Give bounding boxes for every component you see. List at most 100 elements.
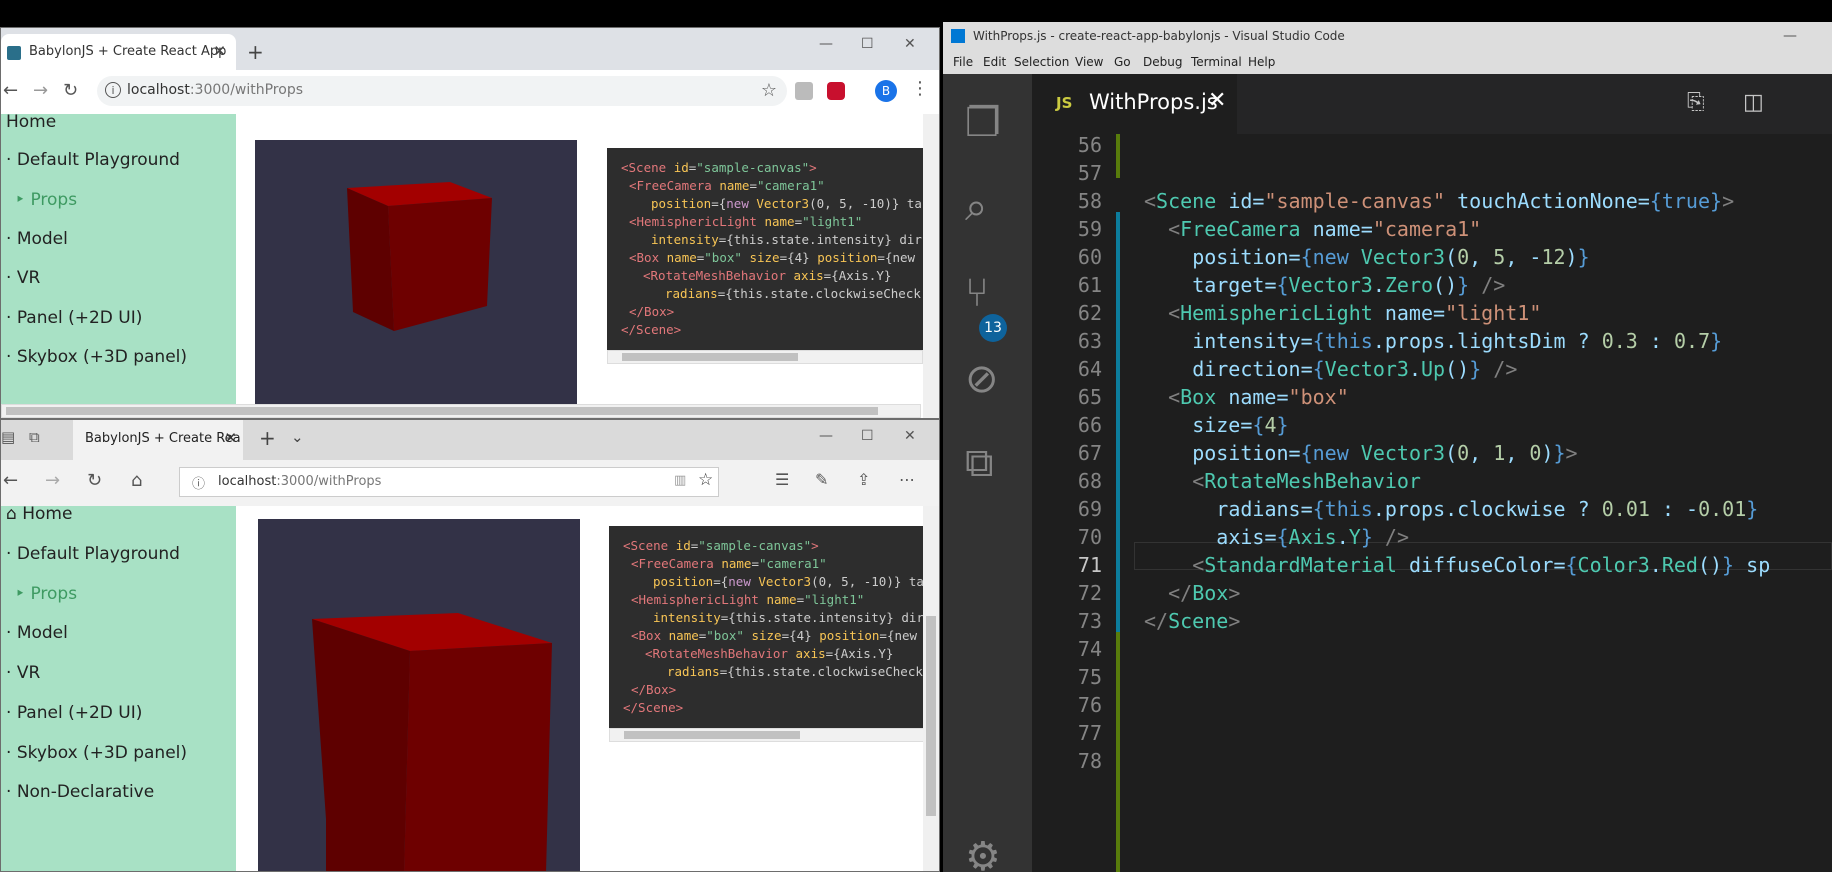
menu-go[interactable]: Go bbox=[1114, 55, 1131, 69]
menu-debug[interactable]: Debug bbox=[1143, 55, 1182, 69]
menu-view[interactable]: View bbox=[1075, 55, 1103, 69]
nav-item-default-playground[interactable]: · Default Playground bbox=[6, 150, 180, 170]
js-file-icon: JS bbox=[1056, 94, 1073, 112]
line-number: 58 bbox=[1077, 189, 1102, 213]
forward-icon[interactable]: → bbox=[33, 80, 48, 101]
address-bar[interactable]: i localhost:3000/withProps ☆ bbox=[97, 76, 787, 106]
nav-item-default-playground[interactable]: · Default Playground bbox=[6, 544, 180, 564]
more-icon[interactable]: ⋯ bbox=[899, 470, 915, 489]
menu-file[interactable]: File bbox=[953, 55, 973, 69]
profile-avatar[interactable]: B bbox=[875, 80, 897, 102]
web-note-icon[interactable]: ✎ bbox=[815, 470, 828, 489]
page-horizontal-scrollbar[interactable] bbox=[1, 404, 921, 418]
reading-view-icon[interactable]: ▥ bbox=[674, 473, 686, 488]
code-line: position={new Vector3(0, 5, -12)} bbox=[1192, 245, 1590, 269]
snippet-scrollbar[interactable] bbox=[607, 350, 923, 364]
nav-item-home[interactable]: Home bbox=[6, 114, 56, 132]
extension-icon[interactable] bbox=[795, 82, 813, 100]
explorer-icon[interactable]: ❐ bbox=[965, 100, 1001, 146]
reload-icon[interactable]: ↻ bbox=[63, 80, 78, 101]
code-line: radians={this.props.clockwise ? 0.01 : -… bbox=[1216, 497, 1759, 521]
close-tab-icon[interactable]: ✕ bbox=[213, 42, 226, 60]
pocket-extension-icon[interactable] bbox=[827, 82, 845, 100]
nav-item-panel[interactable]: · Panel (+2D UI) bbox=[6, 703, 142, 723]
snippet-line: <RotateMeshBehavior axis={Axis.Y} bbox=[643, 268, 892, 283]
snippet-line: </Box> bbox=[629, 304, 675, 319]
new-tab-icon[interactable]: + bbox=[259, 426, 276, 450]
edge-tab[interactable]: BabylonJS + Create Rea ✕ bbox=[73, 420, 243, 460]
debug-icon[interactable]: ⊘ bbox=[965, 356, 999, 402]
chrome-menu-icon[interactable]: ⋮ bbox=[911, 78, 929, 99]
source-control-icon[interactable]: ⑂ bbox=[965, 270, 989, 316]
settings-gear-icon[interactable]: ⚙ bbox=[965, 834, 1001, 872]
nav-item-model[interactable]: · Model bbox=[6, 623, 68, 643]
menu-selection[interactable]: Selection bbox=[1014, 55, 1069, 69]
search-icon[interactable]: ⌕ bbox=[965, 184, 987, 230]
chrome-tab-title: BabylonJS + Create React App bbox=[29, 44, 227, 59]
page-vertical-scrollbar[interactable] bbox=[923, 506, 939, 871]
set-aside-tabs-icon[interactable]: ▤ bbox=[1, 428, 15, 446]
code-line: <HemisphericLight name="light1" bbox=[1168, 301, 1542, 325]
line-number: 69 bbox=[1077, 497, 1102, 521]
nav-item-vr[interactable]: · VR bbox=[6, 268, 40, 288]
code-line: <StandardMaterial diffuseColor={Color3.R… bbox=[1192, 553, 1771, 577]
favorites-hub-icon[interactable]: ☰ bbox=[775, 470, 789, 489]
back-icon[interactable]: ← bbox=[3, 80, 18, 101]
window-title: WithProps.js - create-react-app-babylonj… bbox=[973, 29, 1345, 43]
minimize-icon[interactable]: — bbox=[819, 36, 833, 52]
tab-preview-icon[interactable]: ⧉ bbox=[29, 428, 40, 446]
back-icon[interactable]: ← bbox=[3, 470, 18, 491]
close-window-icon[interactable]: ✕ bbox=[904, 36, 916, 52]
code-snippet: <Scene id="sample-canvas"> <FreeCamera n… bbox=[607, 148, 923, 350]
home-icon[interactable]: ⌂ bbox=[131, 470, 142, 491]
red-cube-render bbox=[347, 182, 492, 331]
chrome-toolbar: ← → ↻ i localhost:3000/withProps ☆ B ⋮ bbox=[1, 70, 939, 115]
maximize-icon[interactable]: ☐ bbox=[861, 36, 874, 52]
extensions-icon[interactable]: ⧉ bbox=[965, 440, 994, 486]
menu-help[interactable]: Help bbox=[1248, 55, 1275, 69]
close-tab-icon[interactable]: ✕ bbox=[1208, 88, 1226, 113]
snippet-line: </Box> bbox=[631, 682, 677, 697]
chrome-tab[interactable]: BabylonJS + Create React App ✕ bbox=[1, 34, 236, 70]
tab-withprops[interactable]: JS WithProps.js ✕ bbox=[1032, 74, 1237, 134]
snippet-scrollbar[interactable] bbox=[609, 728, 925, 742]
minimize-icon[interactable]: — bbox=[819, 428, 833, 444]
nav-item-props[interactable]: ‣ Props bbox=[15, 190, 77, 210]
snippet-line: <Box name="box" size={4} position={new bbox=[629, 250, 916, 265]
nav-item-panel[interactable]: · Panel (+2D UI) bbox=[6, 308, 142, 328]
split-editor-icon[interactable]: ◫ bbox=[1743, 90, 1764, 115]
page-vertical-scrollbar[interactable] bbox=[923, 114, 939, 418]
nav-item-model[interactable]: · Model bbox=[6, 229, 68, 249]
snippet-line: <FreeCamera name="camera1" bbox=[631, 556, 827, 571]
code-editor[interactable]: 56 57 58 59 60 61 62 63 64 65 66 67 68 6… bbox=[1032, 133, 1832, 872]
menu-edit[interactable]: Edit bbox=[983, 55, 1006, 69]
refresh-icon[interactable]: ↻ bbox=[87, 470, 102, 491]
nav-item-props[interactable]: ‣ Props bbox=[15, 584, 77, 604]
share-icon[interactable]: ⇪ bbox=[857, 470, 870, 489]
nav-item-home[interactable]: ⌂ Home bbox=[6, 506, 72, 524]
menu-terminal[interactable]: Terminal bbox=[1191, 55, 1242, 69]
nav-item-skybox[interactable]: · Skybox (+3D panel) bbox=[6, 743, 187, 763]
nav-item-vr[interactable]: · VR bbox=[6, 663, 40, 683]
babylon-canvas[interactable] bbox=[255, 140, 577, 408]
info-icon[interactable]: i bbox=[105, 82, 121, 98]
favorite-star-icon[interactable]: ☆ bbox=[698, 470, 713, 490]
close-tab-icon[interactable]: ✕ bbox=[224, 429, 237, 447]
line-number: 57 bbox=[1077, 161, 1102, 185]
snippet-line: intensity={this.state.intensity} dir bbox=[651, 232, 922, 247]
info-icon[interactable]: ⓘ bbox=[192, 473, 205, 492]
babylon-canvas[interactable] bbox=[258, 519, 580, 871]
forward-icon[interactable]: → bbox=[45, 470, 60, 491]
address-bar[interactable]: ⓘ localhost:3000/withProps ▥ ☆ bbox=[179, 467, 719, 497]
line-number: 62 bbox=[1077, 301, 1102, 325]
nav-item-skybox[interactable]: · Skybox (+3D panel) bbox=[6, 347, 187, 367]
open-changes-icon[interactable]: ⎘ bbox=[1687, 90, 1705, 115]
code-line: </Scene> bbox=[1144, 609, 1241, 633]
nav-item-non-declarative[interactable]: · Non-Declarative bbox=[6, 782, 154, 802]
minimize-icon[interactable]: — bbox=[1783, 28, 1797, 44]
new-tab-icon[interactable]: + bbox=[247, 40, 264, 64]
maximize-icon[interactable]: ☐ bbox=[861, 428, 874, 444]
tab-list-chevron-icon[interactable]: ⌄ bbox=[291, 428, 304, 446]
close-window-icon[interactable]: ✕ bbox=[904, 428, 916, 444]
bookmark-star-icon[interactable]: ☆ bbox=[761, 80, 777, 101]
